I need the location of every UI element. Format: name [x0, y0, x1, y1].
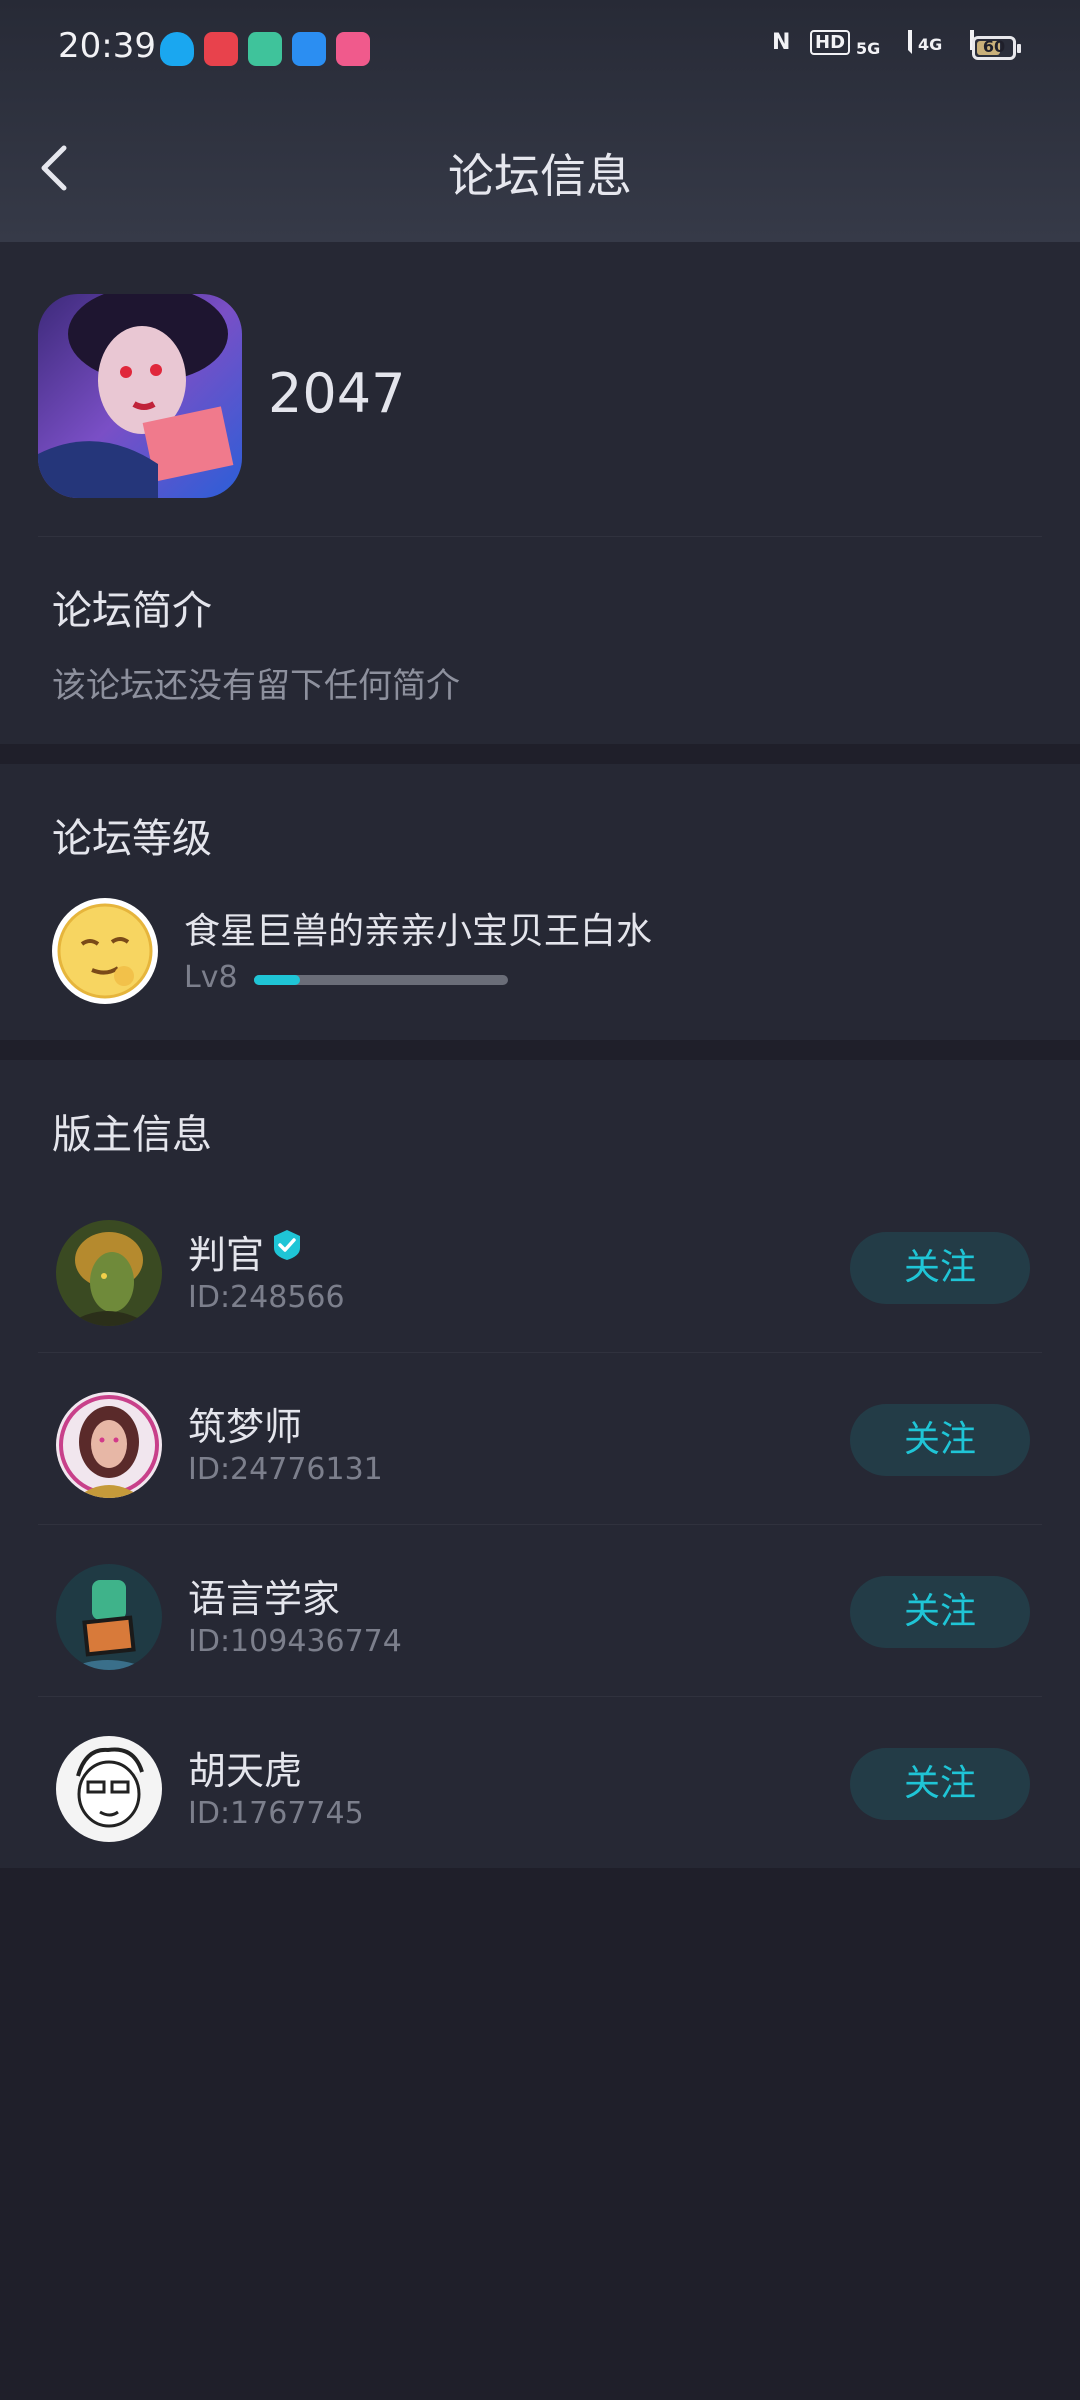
- forum-name: 2047: [268, 362, 406, 425]
- follow-button[interactable]: 关注: [850, 1748, 1030, 1820]
- moderator-name: 判官: [188, 1233, 265, 1277]
- hd-icon: HD: [810, 30, 851, 55]
- moderator-id: ID:24776131: [188, 1452, 383, 1487]
- nfc-icon: N: [772, 30, 791, 55]
- moderators-title: 版主信息: [52, 1112, 212, 1158]
- follow-button[interactable]: 关注: [850, 1404, 1030, 1476]
- video-icon: [204, 32, 238, 66]
- signal-5g-icon: 5G: [856, 30, 912, 60]
- signal-4g-label: 4G: [918, 35, 943, 54]
- moderator-row[interactable]: 语言学家 ID:109436774 关注: [0, 1530, 1080, 1702]
- signal-4g-icon: 4G: [918, 30, 974, 56]
- divider: [38, 1524, 1042, 1525]
- moderator-id: ID:248566: [188, 1280, 345, 1315]
- intro-text: 该论坛还没有留下任何简介: [52, 666, 460, 706]
- level-avatar: [52, 898, 158, 1004]
- avatar[interactable]: [56, 1736, 162, 1842]
- level-progress-fill: [254, 975, 300, 985]
- moderator-id: ID:1767745: [188, 1796, 364, 1831]
- verified-icon: [274, 1230, 300, 1260]
- battery-icon: 60: [972, 36, 1021, 60]
- moderator-name: 胡天虎: [188, 1749, 303, 1793]
- level-title: 论坛等级: [52, 816, 212, 862]
- moderator-id: ID:109436774: [188, 1624, 402, 1659]
- follow-button[interactable]: 关注: [850, 1576, 1030, 1648]
- signal-5g-label: 5G: [856, 39, 881, 58]
- divider: [38, 1352, 1042, 1353]
- divider: [38, 536, 1042, 537]
- avatar[interactable]: [56, 1564, 162, 1670]
- moderator-row[interactable]: 筑梦师 ID:24776131 关注: [0, 1358, 1080, 1530]
- battery-level: 60: [982, 37, 1006, 56]
- intro-title: 论坛简介: [52, 588, 212, 634]
- avatar[interactable]: [56, 1220, 162, 1326]
- moderator-name: 语言学家: [188, 1577, 341, 1621]
- level-badge: Lv8: [184, 960, 238, 995]
- qq-icon: [160, 32, 194, 66]
- moderator-name: 筑梦师: [188, 1405, 303, 1449]
- status-time: 20:39: [58, 26, 156, 66]
- level-name: 食星巨兽的亲亲小宝贝王白水: [184, 911, 653, 952]
- forum-cover-image: [38, 294, 242, 498]
- follow-button[interactable]: 关注: [850, 1232, 1030, 1304]
- moderator-row[interactable]: 判官 ID:248566 关注: [0, 1186, 1080, 1358]
- divider: [38, 1696, 1042, 1697]
- status-bar: 20:39 N HD 5G 4G 60: [0, 0, 1080, 100]
- app-icon: [336, 32, 370, 66]
- moderator-row[interactable]: 胡天虎 ID:1767745 关注: [0, 1702, 1080, 1874]
- top-bar: 20:39 N HD 5G 4G 60 论坛信息: [0, 0, 1080, 242]
- avatar[interactable]: [56, 1392, 162, 1498]
- browser-icon: [292, 32, 326, 66]
- level-progress-bar: [254, 975, 508, 985]
- page-title: 论坛信息: [448, 149, 632, 203]
- notes-icon: [248, 32, 282, 66]
